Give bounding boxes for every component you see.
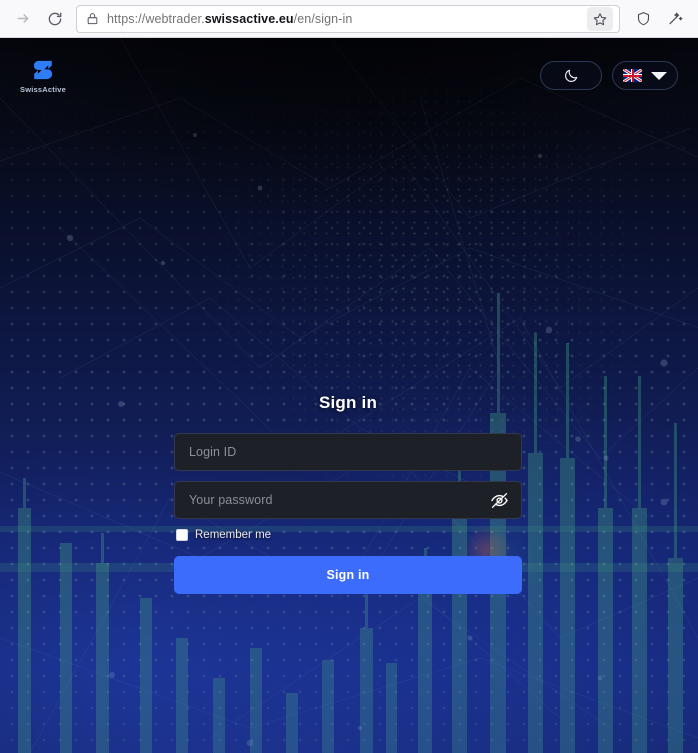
- password-field[interactable]: Your password: [174, 481, 522, 519]
- lock-icon: [86, 12, 99, 25]
- remember-me-checkbox[interactable]: [176, 529, 188, 541]
- login-id-field[interactable]: Login ID: [174, 433, 522, 471]
- url-path: /en/sign-in: [293, 11, 353, 26]
- password-placeholder: Your password: [189, 493, 273, 507]
- brand-name: SwissActive: [20, 85, 66, 94]
- site-header: SwissActive: [0, 38, 698, 113]
- header-controls: [540, 61, 678, 90]
- page-title: Sign in: [318, 393, 378, 412]
- reload-icon[interactable]: [40, 5, 70, 33]
- moon-icon: [565, 69, 578, 82]
- remember-me-row[interactable]: Remember me: [176, 529, 522, 541]
- url-prefix: https://webtrader.: [107, 11, 205, 26]
- eye-off-icon[interactable]: [488, 489, 510, 511]
- address-bar[interactable]: https://webtrader.swissactive.eu/en/sign…: [76, 4, 620, 33]
- browser-toolbar: https://webtrader.swissactive.eu/en/sign…: [0, 0, 698, 38]
- sign-in-button[interactable]: Sign in: [174, 556, 522, 594]
- page-viewport: SwissActive Sign in Login ID Your passwo…: [0, 38, 698, 753]
- login-id-placeholder: Login ID: [189, 445, 237, 459]
- star-icon[interactable]: [587, 6, 613, 31]
- language-selector[interactable]: [612, 61, 678, 90]
- signin-form: Sign in Login ID Your password Remember …: [174, 393, 522, 594]
- brand-logo[interactable]: SwissActive: [20, 57, 66, 94]
- url-text: https://webtrader.swissactive.eu/en/sign…: [107, 12, 579, 26]
- remember-me-label: Remember me: [195, 529, 272, 541]
- swissactive-s-logo: [33, 60, 53, 80]
- theme-toggle[interactable]: [540, 61, 602, 90]
- shield-icon[interactable]: [628, 5, 658, 33]
- magic-wand-icon[interactable]: [660, 5, 690, 33]
- uk-flag-icon: [623, 69, 642, 82]
- url-host: swissactive.eu: [204, 11, 294, 26]
- chevron-down-icon: [651, 71, 667, 80]
- forward-arrow-icon[interactable]: [8, 5, 38, 33]
